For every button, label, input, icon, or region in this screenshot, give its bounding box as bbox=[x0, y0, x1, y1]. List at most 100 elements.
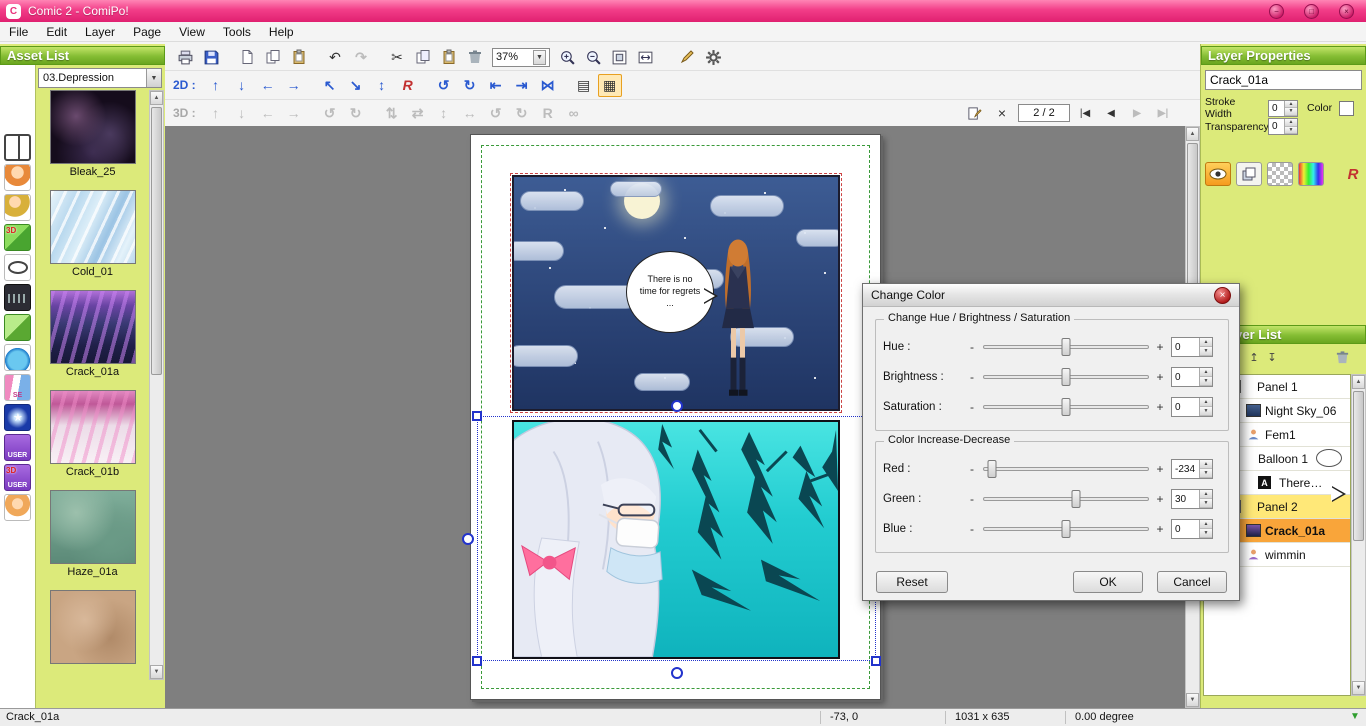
asset-item[interactable]: Crack_01b bbox=[37, 390, 148, 480]
move-up-3d-button[interactable]: ↑ bbox=[204, 102, 228, 125]
maximize-button[interactable]: □ bbox=[1304, 4, 1319, 19]
pose-joint3-button[interactable]: ↕ bbox=[432, 102, 456, 125]
asset-item[interactable]: Crack_01a bbox=[37, 290, 148, 380]
scroll-thumb[interactable] bbox=[151, 107, 162, 375]
user-3d-tool-icon[interactable]: 3DUSER bbox=[4, 464, 31, 491]
scroll-thumb[interactable] bbox=[1353, 391, 1364, 541]
slider-thumb[interactable] bbox=[1071, 490, 1080, 508]
scroll-up-icon[interactable]: ▲ bbox=[1352, 375, 1365, 389]
pose-tool-icon[interactable] bbox=[4, 194, 31, 221]
asset-thumbnail[interactable] bbox=[50, 590, 136, 664]
move-left-button[interactable]: ← bbox=[256, 74, 280, 97]
character-face-tool-icon[interactable] bbox=[4, 494, 31, 521]
stepper-down-icon[interactable]: ▼ bbox=[1200, 377, 1212, 386]
green-stepper[interactable]: 30 ▲▼ bbox=[1171, 489, 1213, 509]
menu-edit[interactable]: Edit bbox=[37, 23, 76, 41]
slider-thumb[interactable] bbox=[1062, 368, 1071, 386]
brightness-slider[interactable] bbox=[983, 375, 1149, 379]
transparent-bg-button[interactable] bbox=[1267, 162, 1293, 186]
expand-corner-icon[interactable]: ▼ bbox=[1350, 711, 1360, 722]
asset-item[interactable]: Bleak_25 bbox=[37, 90, 148, 180]
menu-tools[interactable]: Tools bbox=[214, 23, 260, 41]
paste-button[interactable] bbox=[437, 46, 461, 69]
rotation-handle-top[interactable] bbox=[671, 400, 683, 412]
next-page-button[interactable]: ▶ bbox=[1126, 102, 1148, 125]
layer-name-input[interactable] bbox=[1205, 70, 1362, 90]
saturation-stepper[interactable]: 0 ▲▼ bbox=[1171, 397, 1213, 417]
rotate-ccw-button[interactable]: ↺ bbox=[432, 74, 456, 97]
rotate-cw-3d-button[interactable]: ↻ bbox=[344, 102, 368, 125]
layer-list-scrollbar[interactable]: ▲ ▼ bbox=[1351, 374, 1366, 696]
selection-handle-bl[interactable] bbox=[472, 656, 482, 666]
flash-effect-tool-icon[interactable]: ★ bbox=[4, 404, 31, 431]
ok-button[interactable]: OK bbox=[1073, 571, 1143, 593]
rotate-ccw-3d-button[interactable]: ↺ bbox=[318, 102, 342, 125]
visibility-button[interactable] bbox=[1205, 162, 1231, 186]
stepper-up-icon[interactable]: ▲ bbox=[1285, 101, 1297, 109]
character-tool-icon[interactable] bbox=[4, 164, 31, 191]
stroke-width-stepper[interactable]: 0 ▲ ▼ bbox=[1268, 100, 1298, 117]
stepper-up-icon[interactable]: ▲ bbox=[1285, 119, 1297, 127]
asset-category-select[interactable]: 03.Depression ▼ bbox=[38, 68, 162, 88]
menu-help[interactable]: Help bbox=[260, 23, 303, 41]
asset-item[interactable]: Cold_01 bbox=[37, 190, 148, 280]
last-page-button[interactable]: ▶| bbox=[1152, 102, 1174, 125]
stepper-down-icon[interactable]: ▼ bbox=[1200, 529, 1212, 538]
delete-layer-button[interactable] bbox=[1333, 348, 1351, 366]
move-down-button[interactable]: ↓ bbox=[230, 74, 254, 97]
save-button[interactable] bbox=[199, 46, 223, 69]
stepper-up-icon[interactable]: ▲ bbox=[1200, 460, 1212, 469]
effect-drop-tool-icon[interactable] bbox=[4, 344, 31, 371]
reset-transform-button[interactable]: R bbox=[396, 74, 420, 97]
red-slider[interactable] bbox=[983, 467, 1149, 471]
dialog-close-button[interactable]: × bbox=[1214, 287, 1231, 304]
print-button[interactable] bbox=[173, 46, 197, 69]
print-setup-button[interactable] bbox=[287, 46, 311, 69]
blue-slider[interactable] bbox=[983, 527, 1149, 531]
move-right-button[interactable]: → bbox=[282, 74, 306, 97]
asset-thumbnail[interactable] bbox=[50, 90, 136, 164]
stepper-up-icon[interactable]: ▲ bbox=[1200, 520, 1212, 529]
delete-button[interactable] bbox=[463, 46, 487, 69]
stepper-up-icon[interactable]: ▲ bbox=[1200, 368, 1212, 377]
stepper-down-icon[interactable]: ▼ bbox=[1200, 407, 1212, 416]
dialog-titlebar[interactable]: Change Color × bbox=[863, 284, 1239, 307]
selection-handle-tl[interactable] bbox=[472, 411, 482, 421]
cancel-button[interactable]: Cancel bbox=[1157, 571, 1227, 593]
balloon-tool-icon[interactable] bbox=[4, 254, 31, 281]
stepper-down-icon[interactable]: ▼ bbox=[1200, 347, 1212, 356]
gradient-button[interactable] bbox=[1298, 162, 1324, 186]
asset-thumbnail[interactable] bbox=[50, 290, 136, 364]
cut-button[interactable]: ✂ bbox=[385, 46, 409, 69]
user-2d-tool-icon[interactable]: USER bbox=[4, 434, 31, 461]
scroll-down-icon[interactable]: ▼ bbox=[150, 665, 163, 679]
brightness-stepper[interactable]: 0 ▲▼ bbox=[1171, 367, 1213, 387]
move-up-button[interactable]: ↑ bbox=[204, 74, 228, 97]
scroll-down-icon[interactable]: ▼ bbox=[1186, 693, 1199, 707]
fit-width-button[interactable] bbox=[633, 46, 657, 69]
speech-balloon[interactable]: There is no time for regrets ... bbox=[626, 251, 714, 333]
scale-upleft-button[interactable]: ↖ bbox=[318, 74, 342, 97]
scroll-up-icon[interactable]: ▲ bbox=[1186, 127, 1199, 141]
zoom-select[interactable]: 37% ▼ bbox=[492, 48, 550, 67]
hue-slider[interactable] bbox=[983, 345, 1149, 349]
scale-downright-button[interactable]: ↘ bbox=[344, 74, 368, 97]
comic-panel-1[interactable]: There is no time for regrets ... bbox=[512, 175, 840, 411]
character-fem1[interactable] bbox=[711, 237, 765, 397]
transparency-stepper[interactable]: 0 ▲ ▼ bbox=[1268, 118, 1298, 135]
delete-page-button[interactable]: × bbox=[990, 102, 1014, 125]
align-left-button[interactable]: ⇤ bbox=[484, 74, 508, 97]
minimize-button[interactable]: − bbox=[1269, 4, 1284, 19]
rotation-handle-bottom[interactable] bbox=[671, 667, 683, 679]
slider-thumb[interactable] bbox=[1062, 398, 1071, 416]
reset-3d-button[interactable]: R bbox=[536, 102, 560, 125]
move-right-3d-button[interactable]: → bbox=[282, 102, 306, 125]
pose-joint2-button[interactable]: ⇄ bbox=[406, 102, 430, 125]
redo-button[interactable]: ↷ bbox=[349, 46, 373, 69]
zoom-out-button[interactable] bbox=[581, 46, 605, 69]
green-slider[interactable] bbox=[983, 497, 1149, 501]
slider-thumb[interactable] bbox=[1062, 520, 1071, 538]
grid-snap-button[interactable]: ▦ bbox=[598, 74, 622, 97]
blue-stepper[interactable]: 0 ▲▼ bbox=[1171, 519, 1213, 539]
export-page-button[interactable] bbox=[235, 46, 259, 69]
